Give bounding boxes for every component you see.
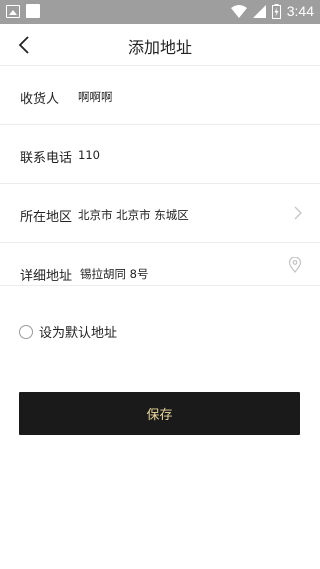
status-bar-right: 3:44	[230, 3, 314, 19]
save-button[interactable]: 保存	[19, 392, 300, 435]
phone-label: 联系电话	[20, 151, 73, 166]
signal-icon	[252, 4, 266, 18]
default-address-checkbox[interactable]	[19, 324, 33, 339]
address-label: 详细地址	[20, 269, 73, 284]
image-icon	[6, 4, 20, 18]
phone-input[interactable]: 110	[78, 148, 100, 162]
battery-charging-icon	[271, 3, 281, 19]
region-label: 所在地区	[20, 210, 73, 225]
region-row[interactable]: 所在地区 北京市 北京市 东城区	[0, 184, 320, 243]
receiver-input[interactable]: 啊啊啊	[78, 89, 113, 105]
page-title: 添加地址	[127, 38, 192, 57]
region-value[interactable]: 北京市 北京市 东城区	[78, 207, 189, 223]
wifi-icon	[230, 4, 247, 18]
receiver-row: 收货人 啊啊啊	[0, 66, 320, 125]
status-bar: 3:44	[0, 0, 320, 24]
default-address-label: 设为默认地址	[39, 326, 118, 341]
address-input[interactable]: 锡拉胡同 8号	[80, 266, 148, 282]
receiver-label: 收货人	[20, 92, 60, 107]
location-pin-icon[interactable]	[288, 257, 302, 273]
status-bar-left	[6, 4, 40, 18]
chevron-right-icon[interactable]	[292, 205, 304, 221]
status-time: 3:44	[286, 3, 314, 19]
notification-square-icon	[26, 4, 40, 18]
address-row: 详细地址 锡拉胡同 8号	[0, 243, 320, 286]
default-address-option[interactable]: 设为默认地址	[19, 322, 117, 341]
phone-row: 联系电话 110	[0, 125, 320, 184]
app-header: 添加地址	[0, 24, 320, 66]
